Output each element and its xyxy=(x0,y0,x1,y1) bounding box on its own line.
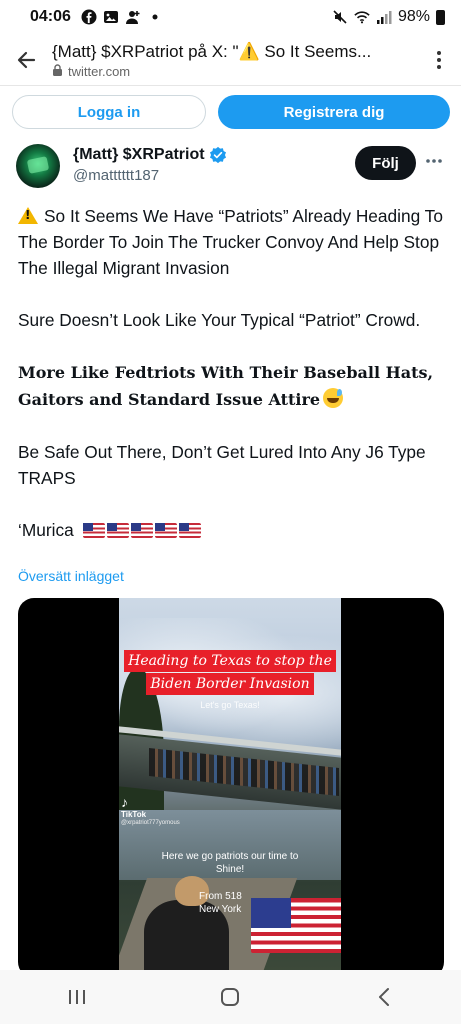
us-flags xyxy=(82,523,201,538)
us-flag-icon xyxy=(130,523,153,538)
android-nav-bar xyxy=(0,970,461,1024)
avatar[interactable] xyxy=(16,144,60,188)
login-button[interactable]: Logga in xyxy=(12,95,206,129)
video-frame: Heading to Texas to stop the Biden Borde… xyxy=(119,598,341,978)
us-flag-icon xyxy=(82,523,105,538)
home-button[interactable] xyxy=(200,970,260,1024)
us-flag-icon xyxy=(178,523,201,538)
back-icon xyxy=(379,988,390,1006)
more-horizontal-icon xyxy=(426,159,442,163)
tweet-text: So It Seems We Have “Patriots” Already H… xyxy=(18,203,448,569)
signal-icon xyxy=(376,9,392,25)
tweet-paragraph-1: So It Seems We Have “Patriots” Already H… xyxy=(18,203,448,281)
person-icon xyxy=(125,9,141,25)
browser-back-button[interactable] xyxy=(0,34,52,86)
user-handle[interactable]: @matttttt187 xyxy=(73,166,227,186)
us-flag-icon xyxy=(251,898,341,953)
kebab-menu-icon xyxy=(437,50,441,69)
register-button[interactable]: Registrera dig xyxy=(218,95,450,129)
video-caption-line-1: Heading to Texas to stop the xyxy=(124,650,336,672)
auth-row: Logga in Registrera dig xyxy=(12,95,450,131)
browser-toolbar: {Matt} $XRPatriot på X: "⚠️ So It Seems.… xyxy=(0,34,461,86)
mute-icon xyxy=(332,9,348,25)
dot-icon xyxy=(147,9,163,25)
home-icon xyxy=(221,988,240,1006)
browser-menu-button[interactable] xyxy=(417,34,461,86)
tiktok-watermark: ♪ TikTok xyxy=(121,794,147,819)
status-time: 04:06 xyxy=(30,8,71,25)
more-options-button[interactable] xyxy=(422,146,446,176)
battery-icon xyxy=(436,9,445,25)
url-bar[interactable]: {Matt} $XRPatriot på X: "⚠️ So It Seems.… xyxy=(52,41,417,79)
lock-icon xyxy=(52,63,63,79)
sweat-smile-emoji-icon xyxy=(323,388,344,408)
warning-icon xyxy=(18,207,38,224)
image-icon xyxy=(103,9,119,25)
tiktok-icon: ♪ xyxy=(121,794,128,810)
tweet-author: {Matt} $XRPatriot @matttttt187 Följ xyxy=(16,144,449,190)
facebook-icon xyxy=(81,9,97,25)
display-name[interactable]: {Matt} $XRPatriot xyxy=(73,144,205,166)
video-overlay-text: Here we go patriots our time to Shine! xyxy=(161,851,299,875)
domain-text: twitter.com xyxy=(68,63,131,79)
verified-badge-icon xyxy=(209,146,226,164)
recents-button[interactable] xyxy=(47,970,107,1024)
tweet-paragraph-5: ‘Murica xyxy=(18,517,448,543)
tweet-video[interactable]: Heading to Texas to stop the Biden Borde… xyxy=(18,598,444,978)
us-flag-icon xyxy=(106,523,129,538)
tweet-paragraph-3: More Like Fedtriots With Their Baseball … xyxy=(18,363,434,409)
video-small-caption: Let's go Texas! xyxy=(200,700,260,710)
tweet-paragraph-2: Sure Doesn’t Look Like Your Typical “Pat… xyxy=(18,310,421,330)
wifi-icon xyxy=(354,9,370,25)
page-title: {Matt} $XRPatriot på X: "⚠️ So It Seems.… xyxy=(52,41,372,61)
status-bar: 04:06 98% xyxy=(0,0,461,34)
follow-button[interactable]: Följ xyxy=(355,146,416,180)
tiktok-username: @xrpatriot777yomous xyxy=(121,820,180,826)
back-button[interactable] xyxy=(354,970,414,1024)
battery-percent: 98% xyxy=(397,8,430,25)
video-caption-line-2: Biden Border Invasion xyxy=(146,673,314,695)
arrow-left-icon xyxy=(17,51,36,68)
video-from-text: From 518 New York xyxy=(199,891,242,915)
translate-post-link[interactable]: Översätt inlägget xyxy=(18,568,124,584)
us-flag-icon xyxy=(154,523,177,538)
recents-icon xyxy=(68,990,85,1004)
tweet-paragraph-4: Be Safe Out There, Don’t Get Lured Into … xyxy=(18,442,426,488)
